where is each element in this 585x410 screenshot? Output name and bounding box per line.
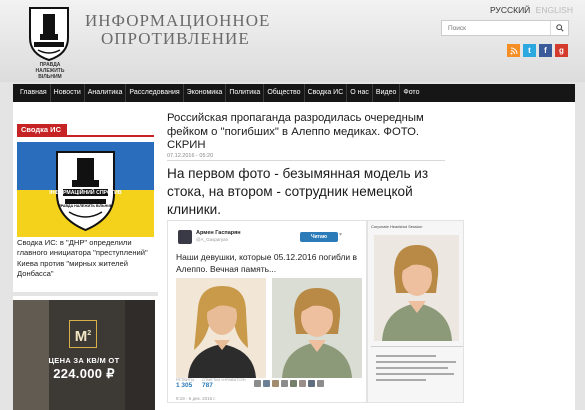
article-date: 07.12.2016 - 05:20 [167,153,214,159]
emblem-motto: ПРАВДА НАЛЕЖИТЬ ВІЛЬНИМ [58,204,113,208]
rss-icon[interactable] [507,44,520,57]
svodka-image[interactable]: ІНФОРМАЦІЙНИЙ СПРОТИВ ПРАВДА НАЛЕЖИТЬ ВІ… [17,142,154,237]
nav-item-society[interactable]: Общество [264,84,305,102]
search-box [441,20,569,36]
ad-building-right [125,300,155,410]
avatar [178,230,192,244]
retweets-count: 1 305 [176,382,193,389]
tweet-text: Наши девушки, которые 05.12.2016 погибли… [176,252,358,274]
ad-logo-letter: M [74,328,88,345]
article-title: Российская пропаганда разродилась очеред… [167,112,424,151]
follow-button: Читаю [300,232,338,242]
article-lead: На первом фото - безымянная модель из ст… [167,166,429,217]
ad-logo-sup: 2 [87,330,92,337]
tweet-author: Армен Гаспарян [196,230,241,236]
avatar [254,380,261,387]
tweet-stats: РЕТВИТЫ 1 305 ОТМЕТКИ «НРАВИТСЯ» 787 [176,378,366,394]
placeholder-text-line [376,373,454,375]
placeholder-text-line [376,379,426,381]
nav-item-svodka[interactable]: Сводка ИС [305,84,348,102]
ad-logo: M2 [69,320,97,348]
source-divider [371,346,463,347]
nav-item-video[interactable]: Видео [373,84,401,102]
ad-building-left [13,300,49,410]
source-photo-screenshot: Corporate Headshot Session [367,220,464,403]
ad-banner[interactable]: M2 ЦЕНА ЗА КВ/М ОТ 224.000 ₽ [13,300,155,410]
logo-motto: ПРАВДА НАЛЕЖИТЬ ВІЛЬНИМ [35,62,65,80]
social-links: t f g [507,44,568,57]
tweet-screenshot: Армен Гаспарян @A_Gasparyan Читаю ▾ Наши… [167,220,367,403]
placeholder-text-line [376,361,456,363]
nav-item-news[interactable]: Новости [51,84,85,102]
site-title[interactable]: Информационное Опротивление [85,12,270,48]
nav-item-home[interactable]: Главная [17,84,51,102]
emblem-caption: ІНФОРМАЦІЙНИЙ СПРОТИВ [49,190,122,196]
likes-count: 787 [202,382,213,389]
twitter-icon[interactable]: t [523,44,536,57]
avatar [272,380,279,387]
widget-divider [17,135,154,137]
tweet-timestamp: 9:19 - 6 дек. 2016 г. [176,396,216,401]
stock-model-photo [176,278,266,378]
nav-item-politics[interactable]: Политика [226,84,265,102]
search-input[interactable] [442,21,550,35]
site-logo[interactable] [26,4,72,62]
source-photo-caption: Corporate Headshot Session [371,224,423,229]
avatar [281,380,288,387]
clinic-employee-photo [272,278,362,378]
lang-english[interactable]: ENGLISH [536,5,573,15]
source-portrait-photo [374,235,459,341]
chevron-down-icon: ▾ [339,232,343,238]
site-title-line1: Информационное [85,11,271,30]
avatar [299,380,306,387]
avatar [263,380,270,387]
nav-item-economy[interactable]: Экономика [184,84,227,102]
nav-item-analytics[interactable]: Аналитика [85,84,127,102]
sidebar-separator [13,292,158,296]
avatar [317,380,324,387]
nav-item-photo[interactable]: Фото [400,84,422,102]
main-nav: Главная Новости Аналитика Расследования … [13,84,575,102]
google-plus-icon[interactable]: g [555,44,568,57]
nav-item-about[interactable]: О нас [347,84,373,102]
site-title-line2: Опротивление [101,29,250,48]
placeholder-text-line [376,355,436,357]
lang-russian[interactable]: РУССКИЙ [490,5,530,15]
search-icon [555,24,564,32]
ad-text-line1: ЦЕНА ЗА КВ/М ОТ [48,356,120,365]
site-header: ПРАВДА НАЛЕЖИТЬ ВІЛЬНИМ Информационное О… [0,0,585,82]
avatar [308,380,315,387]
placeholder-text-line [376,367,448,369]
language-switcher: РУССКИЙ ENGLISH [490,5,573,15]
avatar [290,380,297,387]
svodka-news-link[interactable]: Сводка ИС: в "ДНР" определили главного и… [17,238,157,280]
ad-price: 224.000 ₽ [53,366,115,381]
tweet-handle: @A_Gasparyan [196,237,229,242]
article-divider [167,160,445,161]
search-button[interactable] [550,21,568,35]
facebook-icon[interactable]: f [539,44,552,57]
nav-item-investigations[interactable]: Расследования [126,84,184,102]
